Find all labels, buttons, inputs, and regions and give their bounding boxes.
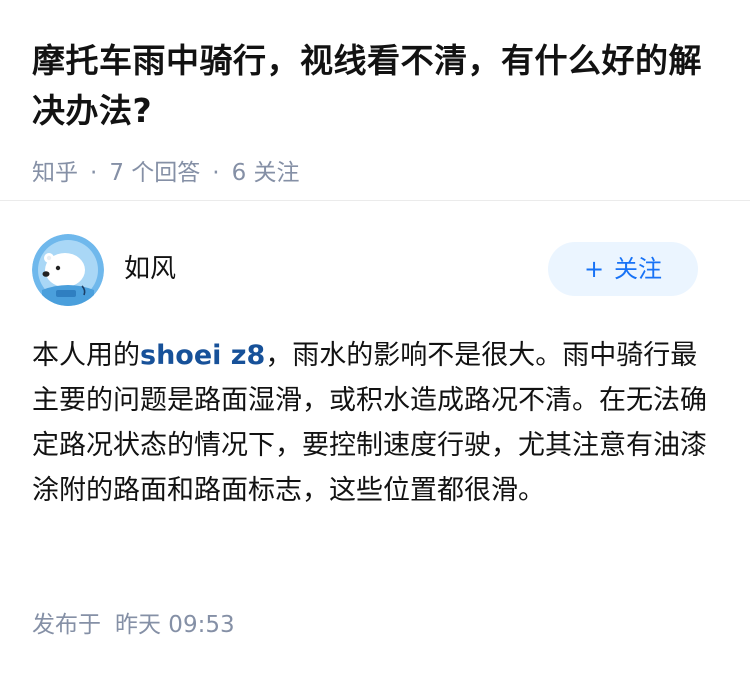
- publish-info: 发布于 昨天 09:53: [32, 610, 235, 640]
- product-link[interactable]: shoei z8: [140, 340, 265, 371]
- divider: [0, 200, 750, 201]
- question-meta: 知乎 · 7 个回答 · 6 关注: [32, 158, 722, 188]
- follow-count: 6 关注: [231, 160, 300, 186]
- answer-text-start: 本人用的: [32, 340, 140, 371]
- answer-content: 本人用的shoei z8，雨水的影响不是很大。雨中骑行最主要的问题是路面湿滑，或…: [32, 333, 722, 513]
- publish-time: 昨天 09:53: [115, 612, 235, 638]
- polar-bear-avatar-icon[interactable]: [32, 234, 104, 306]
- follow-button[interactable]: + 关注: [548, 242, 698, 296]
- follow-button-label: 关注: [614, 255, 663, 283]
- publish-label: 发布于: [32, 612, 101, 638]
- answer-page: 摩托车雨中骑行，视线看不清，有什么好的解决办法? 知乎 · 7 个回答 · 6 关注: [0, 0, 750, 676]
- author-row: 如风 + 关注: [32, 234, 698, 306]
- question-header: 摩托车雨中骑行，视线看不清，有什么好的解决办法? 知乎 · 7 个回答 · 6 关注: [32, 36, 722, 188]
- meta-separator: ·: [90, 160, 98, 186]
- meta-separator: ·: [212, 160, 220, 186]
- author-name[interactable]: 如风: [124, 252, 176, 286]
- plus-icon: +: [583, 255, 605, 283]
- answer-count[interactable]: 7 个回答: [109, 160, 200, 186]
- source-label[interactable]: 知乎: [32, 160, 78, 186]
- question-title[interactable]: 摩托车雨中骑行，视线看不清，有什么好的解决办法?: [32, 36, 722, 136]
